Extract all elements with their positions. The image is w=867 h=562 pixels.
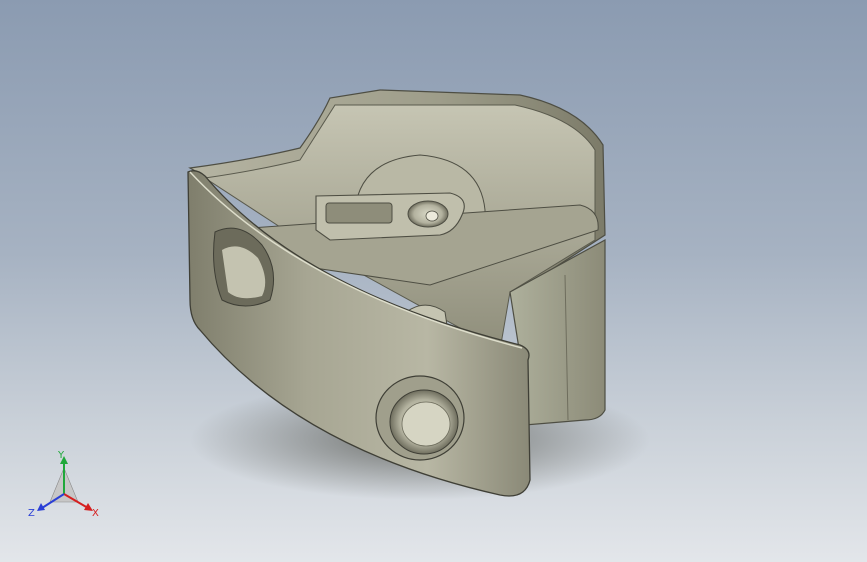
z-axis-label: Z [28, 508, 35, 519]
front-port-inner [401, 401, 451, 447]
pin-hole-inner [425, 210, 439, 222]
3d-part-model[interactable] [0, 0, 867, 562]
axis-triad[interactable]: Y X Z [24, 446, 104, 526]
x-axis-label: X [92, 508, 99, 519]
y-axis-label: Y [57, 450, 65, 461]
graphics-viewport[interactable]: Y X Z [0, 0, 867, 562]
slot-opening [325, 202, 393, 224]
